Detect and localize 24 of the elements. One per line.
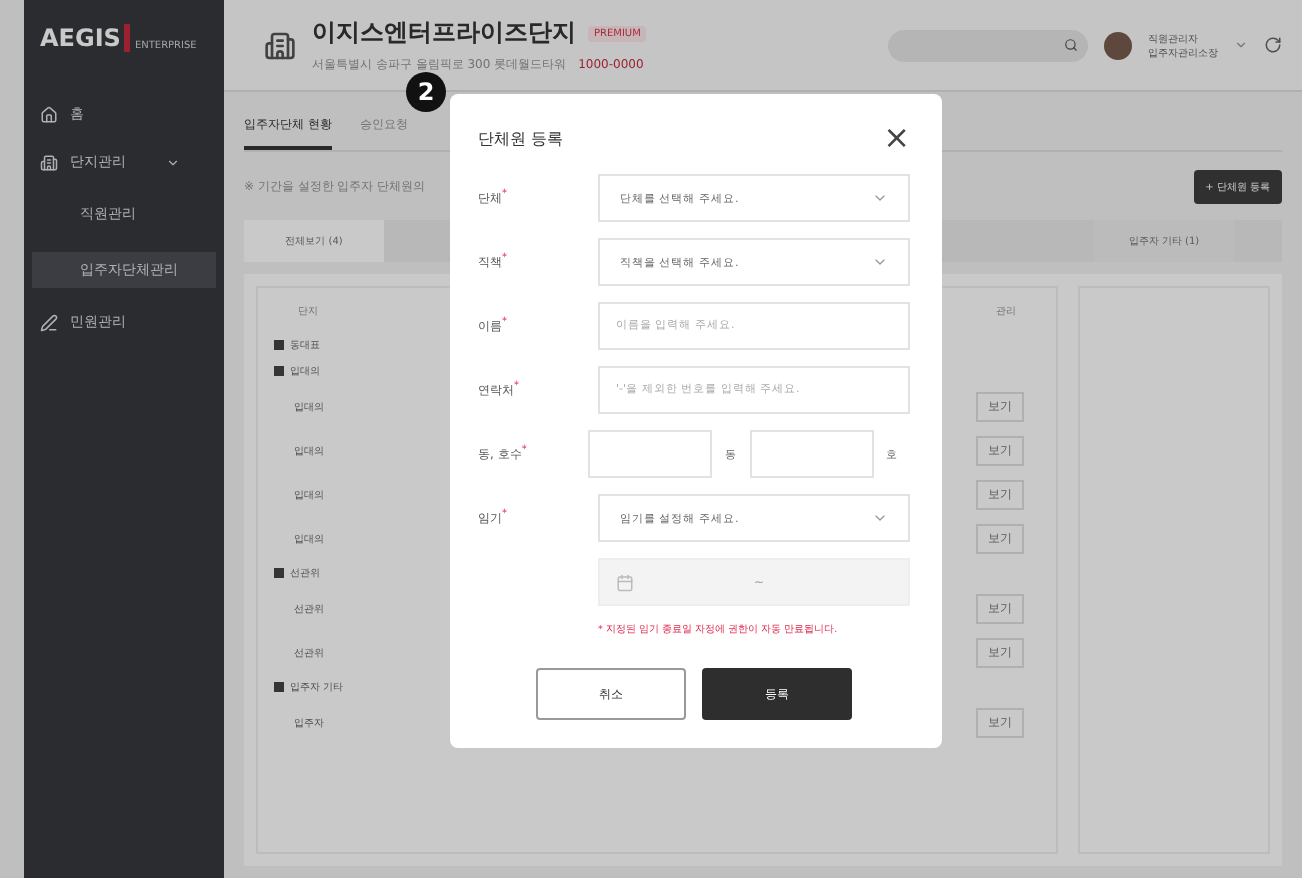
group-marker-icon	[274, 366, 284, 376]
search-field[interactable]	[888, 29, 1088, 61]
group-marker-icon	[274, 340, 284, 350]
home-icon	[40, 105, 58, 123]
input-field[interactable]	[749, 430, 874, 478]
chevron-icon[interactable]	[1234, 38, 1248, 52]
chevron-icon	[872, 190, 888, 206]
input-field[interactable]	[588, 430, 713, 478]
search-icon	[1064, 38, 1078, 52]
building-icon	[40, 153, 58, 171]
building-icon	[264, 29, 296, 61]
group-marker-icon	[274, 682, 284, 692]
chevron-icon	[872, 254, 888, 270]
chevron-icon	[872, 510, 888, 526]
group-marker-icon	[274, 568, 284, 578]
logo: AEGIS	[40, 24, 131, 52]
close-button[interactable]: ×	[883, 122, 910, 154]
avatar	[1104, 31, 1132, 59]
pen-icon	[40, 313, 58, 331]
site-title: 이지스엔터프라이즈단지	[312, 16, 576, 50]
dialog-title: 단체원 등록	[478, 127, 564, 149]
refresh-icon[interactable]	[1264, 36, 1282, 54]
calendar-icon	[616, 573, 634, 591]
step-badge: 2	[406, 72, 446, 112]
